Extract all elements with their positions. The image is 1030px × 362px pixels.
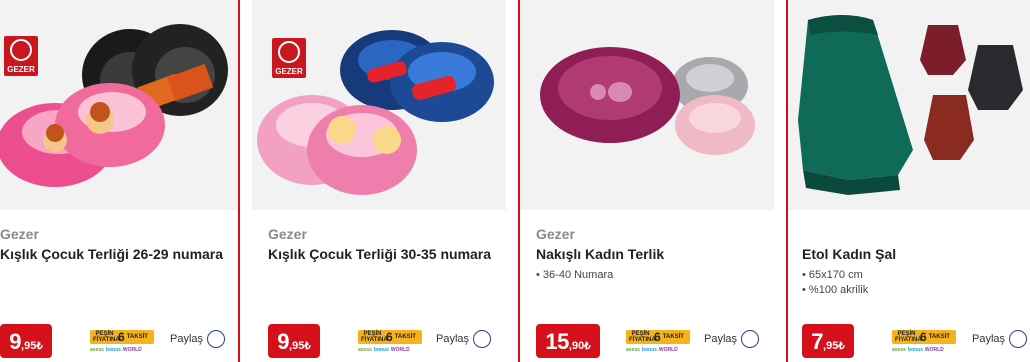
product-card-3[interactable]: Gezer Nakışlı Kadın Terlik 36-40 Numara … [520, 0, 774, 362]
share-icon [741, 330, 760, 348]
installment-badge: PEŞİN FİYATINA 6 TAKSİT axess bonus WORLD [892, 330, 956, 354]
price-badge: 9,95 ₺ [268, 324, 320, 358]
share-icon [207, 330, 226, 348]
product-title[interactable]: Kışlık Çocuk Terliği 26-29 numara [0, 246, 223, 262]
share-label: Paylaş [436, 333, 470, 345]
share-icon [1009, 330, 1028, 348]
feature-list: 65x170 cm %100 akrilik [802, 268, 868, 298]
product-image[interactable]: GEZER [252, 0, 506, 210]
product-card-1[interactable]: GEZER Gezer Kışlık Çocuk Terliği 26-29 n… [0, 0, 238, 362]
installment-badge: PEŞİN FİYATINA 6 TAKSİT axess bonus WORLD [90, 330, 154, 354]
product-brand: Gezer [536, 226, 575, 242]
price-badge: 7,95 ₺ [802, 324, 854, 358]
product-image[interactable] [788, 0, 1030, 210]
share-label: Paylaş [704, 333, 738, 345]
share-icon [473, 330, 492, 348]
product-card-4[interactable]: Etol Kadın Şal 65x170 cm %100 akrilik 7,… [788, 0, 1030, 362]
product-title[interactable]: Kışlık Çocuk Terliği 30-35 numara [268, 246, 491, 262]
share-button[interactable]: Paylaş [972, 330, 1028, 348]
product-title[interactable]: Etol Kadın Şal [802, 246, 896, 262]
share-label: Paylaş [170, 333, 204, 345]
feature-list: 36-40 Numara [536, 268, 613, 283]
feature-item: %100 akrilik [802, 283, 868, 298]
product-brand: Gezer [0, 226, 39, 242]
share-label: Paylaş [972, 333, 1006, 345]
product-image[interactable] [520, 0, 774, 210]
feature-item: 65x170 cm [802, 268, 868, 283]
gezer-logo: GEZER [4, 36, 38, 76]
price-badge: 9,95 ₺ [0, 324, 52, 358]
installment-badge: PEŞİN FİYATINA 6 TAKSİT axess bonus WORLD [358, 330, 422, 354]
feature-item: 36-40 Numara [536, 268, 613, 283]
share-button[interactable]: Paylaş [436, 330, 492, 348]
gezer-logo: GEZER [272, 38, 306, 78]
product-card-2[interactable]: GEZER Gezer Kışlık Çocuk Terliği 30-35 n… [252, 0, 506, 362]
price-badge: 15,90 ₺ [536, 324, 600, 358]
share-button[interactable]: Paylaş [170, 330, 226, 348]
product-image[interactable]: GEZER [0, 0, 238, 210]
card-divider [238, 0, 240, 362]
product-title[interactable]: Nakışlı Kadın Terlik [536, 246, 664, 262]
product-grid: GEZER Gezer Kışlık Çocuk Terliği 26-29 n… [0, 0, 1030, 362]
share-button[interactable]: Paylaş [704, 330, 760, 348]
product-brand: Gezer [268, 226, 307, 242]
installment-badge: PEŞİN FİYATINA 6 TAKSİT axess bonus WORLD [626, 330, 690, 354]
